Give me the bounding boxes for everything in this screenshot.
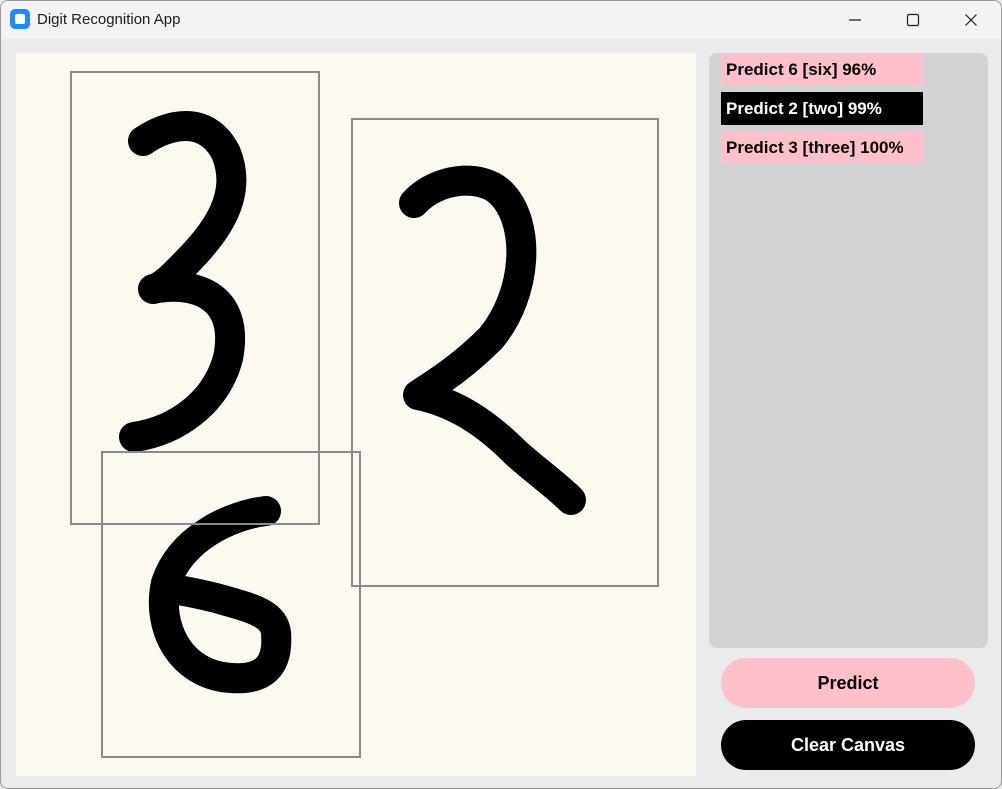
app-window: Digit Recognition App Predict 6 [six] 96… [0,0,1002,789]
minimize-button[interactable] [832,1,878,39]
window-title: Digit Recognition App [37,11,181,28]
clear-canvas-button[interactable]: Clear Canvas [721,720,975,770]
maximize-icon [906,13,920,27]
close-icon [965,14,977,26]
prediction-item: Predict 3 [three] 100% [721,131,923,164]
close-button[interactable] [948,1,994,39]
prediction-item: Predict 6 [six] 96% [721,53,923,86]
predict-button[interactable]: Predict [721,658,975,708]
digit-stroke-6 [148,496,292,694]
digit-stroke-2 [399,165,586,515]
app-icon [10,9,30,29]
predictions-panel: Predict 6 [six] 96% Predict 2 [two] 99% … [709,53,988,648]
minimize-icon [849,19,861,21]
maximize-button[interactable] [890,1,936,39]
drawing-canvas[interactable] [16,53,696,776]
digit-stroke-3 [119,111,247,452]
title-bar[interactable]: Digit Recognition App [1,1,1001,39]
prediction-item: Predict 2 [two] 99% [721,92,923,125]
